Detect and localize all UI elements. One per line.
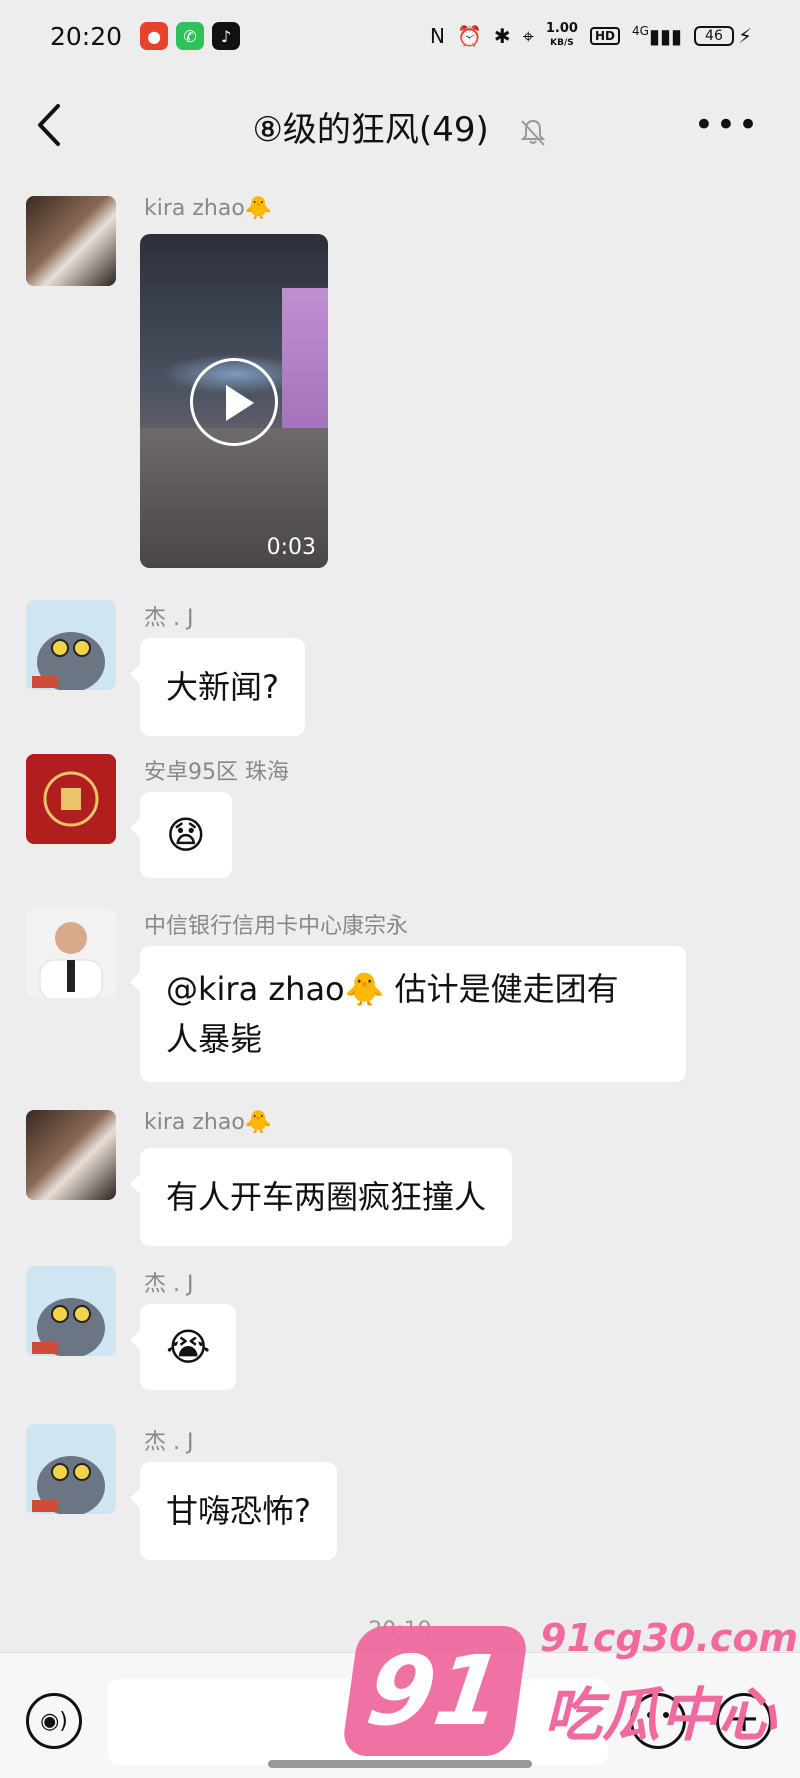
avatar[interactable]: [26, 1266, 116, 1356]
message-item: 杰 . J 甘嗨恐怖?: [26, 1424, 746, 1560]
net-speed: 1.00 KB/S: [545, 21, 578, 48]
message-bubble[interactable]: @kira zhao🐥 估计是健走团有 人暴毙: [130, 946, 686, 1082]
avatar[interactable]: [26, 600, 116, 690]
status-time: 20:20: [50, 21, 123, 51]
bluetooth-icon: ✱: [493, 24, 511, 48]
system-icons: Ν ⏰ ✱ ⌖ 1.00 KB/S HD 4G▮▮▮ 46 ⚡: [430, 22, 752, 50]
more-options-icon[interactable]: •••: [694, 108, 760, 142]
message-bubble[interactable]: 有人开车两圈疯狂撞人: [129, 1148, 513, 1246]
message-item: 安卓95区 珠海 😧: [26, 754, 746, 884]
message-item: 杰 . J 😭: [26, 1266, 746, 1396]
sender-name: 杰 . J: [144, 606, 194, 631]
voice-icon: ◉): [40, 1708, 68, 1734]
battery-icon: 46 ⚡: [693, 24, 752, 48]
hd-icon: HD: [589, 27, 620, 45]
watermark-name: 吃瓜中心: [544, 1681, 777, 1749]
avatar[interactable]: [26, 196, 116, 286]
sender-name: 杰 . J: [144, 1272, 194, 1297]
chat-title: ⑧级的狂风(49): [0, 102, 800, 151]
play-icon[interactable]: [190, 358, 278, 446]
video-message[interactable]: 0:03: [140, 234, 328, 568]
charging-icon: ⚡: [737, 24, 752, 48]
message-text: 大新闻?: [166, 668, 279, 706]
cat-avatar-icon: [32, 1456, 105, 1514]
watermark-logo: 91: [340, 1626, 530, 1756]
message-item: 杰 . J 大新闻?: [26, 600, 746, 736]
nfc-icon: Ν: [429, 24, 445, 48]
avatar[interactable]: [26, 908, 116, 998]
emoji-shocked-icon: 😧: [166, 813, 206, 857]
avatar[interactable]: [26, 1424, 116, 1514]
cat-avatar-icon: [32, 632, 105, 690]
message-item: 中信银行信用卡中心康宗永 @kira zhao🐥 估计是健走团有 人暴毙: [26, 908, 746, 1092]
app-notification-icon: ●: [140, 22, 169, 50]
message-bubble[interactable]: 😧: [130, 792, 232, 878]
sender-name: kira zhao🐥: [144, 1110, 273, 1135]
alarm-icon: ⏰: [456, 24, 482, 48]
voice-input-button[interactable]: ◉): [26, 1693, 82, 1749]
location-icon: ⌖: [522, 24, 534, 48]
avatar[interactable]: [26, 754, 116, 844]
emoji-crying-laughing-icon: 😭: [166, 1325, 211, 1369]
video-duration: 0:03: [266, 535, 316, 560]
avatar[interactable]: [26, 1110, 116, 1200]
status-bar: 20:20 ● ✆ ♪ Ν ⏰ ✱ ⌖ 1.00 KB/S HD 4G▮▮▮ 4…: [0, 0, 800, 72]
message-text: 甘嗨恐怖?: [166, 1492, 311, 1530]
message-item: kira zhao🐥 0:03: [26, 196, 746, 576]
sender-name: 杰 . J: [144, 1430, 194, 1455]
message-text-line: @kira zhao🐥 估计是健走团有: [166, 970, 619, 1008]
message-bubble[interactable]: 😭: [129, 1304, 237, 1390]
sender-name: 中信银行信用卡中心康宗永: [144, 914, 409, 939]
home-indicator: [268, 1760, 532, 1768]
person-avatar-icon: [39, 922, 103, 998]
message-bubble[interactable]: 甘嗨恐怖?: [130, 1462, 337, 1560]
message-item: kira zhao🐥 有人开车两圈疯狂撞人: [26, 1110, 746, 1246]
signal-icon: 4G▮▮▮: [631, 24, 682, 48]
message-text-line: 人暴毙: [166, 1020, 263, 1058]
sender-name: kira zhao🐥: [144, 196, 273, 221]
sender-name: 安卓95区 珠海: [144, 760, 289, 785]
message-text: 有人开车两圈疯狂撞人: [166, 1178, 487, 1216]
message-bubble[interactable]: 大新闻?: [130, 638, 305, 736]
watermark-site: 91cg30.com: [540, 1616, 799, 1660]
phone-notification-icon: ✆: [176, 22, 205, 50]
cat-avatar-icon: [32, 1298, 105, 1356]
notification-icons: ● ✆ ♪: [140, 22, 241, 50]
mute-bell-icon: [520, 119, 545, 146]
chat-header: ⑧级的狂风(49) •••: [0, 72, 800, 178]
logo-avatar-icon: [43, 771, 99, 827]
tiktok-notification-icon: ♪: [212, 22, 241, 50]
